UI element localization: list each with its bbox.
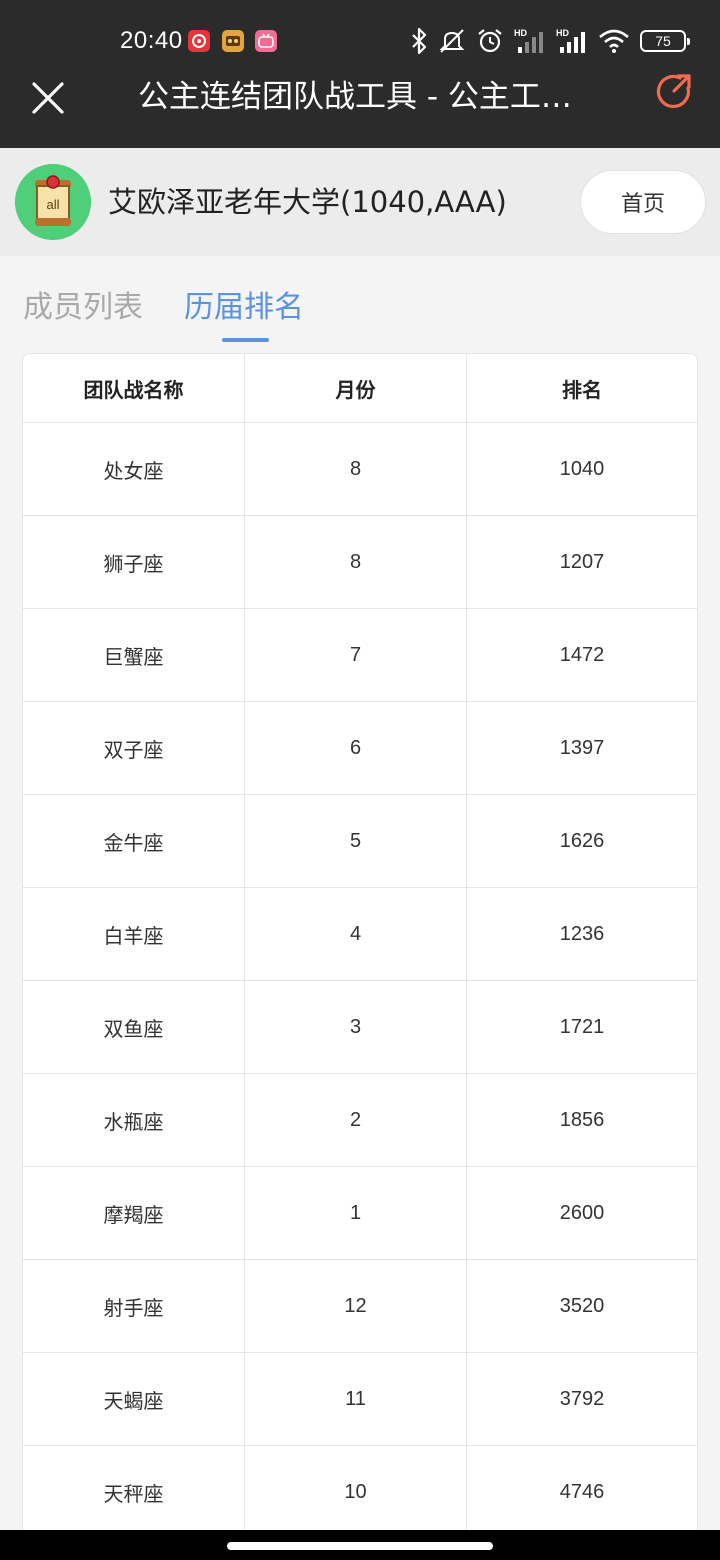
table-row: 双鱼座 3 1721 <box>23 981 697 1074</box>
cell-battle-name: 摩羯座 <box>23 1167 245 1259</box>
title-bar: 公主连结团队战工具 - 公主工… <box>0 64 720 148</box>
table-row: 白羊座 4 1236 <box>23 888 697 981</box>
cell-battle-name: 天蝎座 <box>23 1353 245 1445</box>
signal-icon: HD <box>556 27 588 55</box>
cell-rank: 4746 <box>559 1480 605 1503</box>
cell-month: 2 <box>245 1074 467 1166</box>
wifi-icon <box>598 28 630 54</box>
table-row: 处女座 8 1040 <box>23 423 697 516</box>
table-row: 天蝎座 11 3792 <box>23 1353 697 1446</box>
ranking-table: 团队战名称 月份 排名 处女座 8 1040 狮子座 8 1207 巨蟹座 7 1472 双子座 6… <box>22 353 698 1543</box>
cell-rank: 1207 <box>559 550 605 573</box>
cell-rank: 3792 <box>559 1387 605 1410</box>
battery-level: 75 <box>655 33 671 49</box>
cell-rank: 1397 <box>559 736 605 759</box>
active-tab-indicator <box>222 338 269 342</box>
cell-battle-name: 双子座 <box>23 702 245 794</box>
cell-month: 8 <box>245 516 467 608</box>
cell-battle-name: 狮子座 <box>23 516 245 608</box>
tab-history-ranking[interactable]: 历届排名 <box>184 288 304 328</box>
cell-battle-name: 双鱼座 <box>23 981 245 1073</box>
cell-month: 4 <box>245 888 467 980</box>
mute-icon <box>438 27 466 55</box>
table-body: 处女座 8 1040 狮子座 8 1207 巨蟹座 7 1472 双子座 6 1397 金牛座 5 1626… <box>23 423 697 1539</box>
cell-battle-name: 处女座 <box>23 423 245 515</box>
table-row: 金牛座 5 1626 <box>23 795 697 888</box>
team-name: 艾欧泽亚老年大学(1040,AAA) <box>108 185 507 219</box>
cell-month: 11 <box>245 1353 467 1445</box>
table-header-row: 团队战名称 月份 排名 <box>23 354 697 423</box>
share-icon[interactable] <box>654 72 694 112</box>
signal-hd-label: HD <box>514 28 527 38</box>
cell-rank: 1040 <box>559 457 605 480</box>
cell-month: 3 <box>245 981 467 1073</box>
tab-bar: 成员列表 历届排名 <box>0 256 720 352</box>
cell-rank: 1472 <box>559 643 605 666</box>
game-app-icon <box>222 30 244 52</box>
home-button[interactable]: 首页 <box>580 170 706 234</box>
home-gesture-handle[interactable] <box>227 1542 493 1550</box>
cell-battle-name: 天秤座 <box>23 1446 245 1538</box>
page-title: 公主连结团队战工具 - 公主工… <box>138 79 572 115</box>
cell-rank: 3520 <box>559 1294 605 1317</box>
netease-music-icon <box>188 30 210 52</box>
status-icons: HD HD 75 <box>410 26 690 56</box>
column-header-rank: 排名 <box>562 377 602 402</box>
table-row: 摩羯座 1 2600 <box>23 1167 697 1260</box>
cell-month: 7 <box>245 609 467 701</box>
signal-icon: HD <box>514 27 546 55</box>
table-row: 双子座 6 1397 <box>23 702 697 795</box>
bilibili-icon <box>255 30 277 52</box>
table-row: 射手座 12 3520 <box>23 1260 697 1353</box>
cell-battle-name: 金牛座 <box>23 795 245 887</box>
alarm-icon <box>476 27 504 55</box>
cell-battle-name: 射手座 <box>23 1260 245 1352</box>
signal-hd-label: HD <box>556 28 569 38</box>
column-header-month: 月份 <box>245 354 467 422</box>
table-row: 狮子座 8 1207 <box>23 516 697 609</box>
avatar: all <box>15 164 91 240</box>
navigation-gesture-area <box>0 1530 720 1560</box>
cell-month: 8 <box>245 423 467 515</box>
table-row: 天秤座 10 4746 <box>23 1446 697 1539</box>
battery-icon: 75 <box>640 30 690 52</box>
cell-rank: 1626 <box>559 829 605 852</box>
cell-rank: 1236 <box>559 922 605 945</box>
cell-month: 5 <box>245 795 467 887</box>
cell-month: 1 <box>245 1167 467 1259</box>
cell-month: 12 <box>245 1260 467 1352</box>
cell-battle-name: 水瓶座 <box>23 1074 245 1166</box>
top-bar: 20:40 HD HD 75 公主连结团队战工具 - 公主工… <box>0 0 720 148</box>
tab-member-list[interactable]: 成员列表 <box>23 288 143 328</box>
cell-battle-name: 白羊座 <box>23 888 245 980</box>
cell-month: 6 <box>245 702 467 794</box>
avatar-text: all <box>46 197 59 212</box>
cell-battle-name: 巨蟹座 <box>23 609 245 701</box>
cell-rank: 1721 <box>559 1015 605 1038</box>
team-header: all 艾欧泽亚老年大学(1040,AAA) 首页 <box>0 148 720 256</box>
bluetooth-icon <box>410 27 428 55</box>
cell-rank: 1856 <box>559 1108 605 1131</box>
status-time: 20:40 <box>120 27 183 54</box>
column-header-name: 团队战名称 <box>23 354 245 422</box>
close-icon[interactable] <box>28 78 68 118</box>
cell-month: 10 <box>245 1446 467 1538</box>
cell-rank: 2600 <box>559 1201 605 1224</box>
table-row: 巨蟹座 7 1472 <box>23 609 697 702</box>
table-row: 水瓶座 2 1856 <box>23 1074 697 1167</box>
